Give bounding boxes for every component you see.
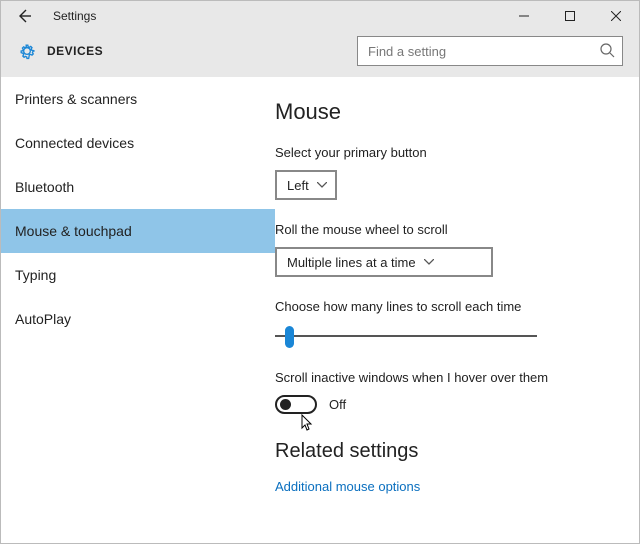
wheel-group: Roll the mouse wheel to scroll Multiple … bbox=[275, 222, 619, 277]
primary-button-group: Select your primary button Left bbox=[275, 145, 619, 200]
chevron-down-icon bbox=[317, 182, 327, 188]
inactive-label: Scroll inactive windows when I hover ove… bbox=[275, 370, 619, 385]
related-heading: Related settings bbox=[275, 440, 619, 463]
sidebar-item-autoplay[interactable]: AutoPlay bbox=[1, 297, 275, 341]
minimize-button[interactable] bbox=[501, 1, 547, 31]
close-button[interactable] bbox=[593, 1, 639, 31]
search-wrap bbox=[357, 36, 623, 66]
main-content: Mouse Select your primary button Left Ro… bbox=[275, 77, 639, 543]
select-value: Left bbox=[287, 178, 309, 193]
settings-window: Settings DEVICES Printers & scanner bbox=[0, 0, 640, 544]
cursor-icon bbox=[301, 414, 315, 432]
sidebar-item-label: Printers & scanners bbox=[15, 91, 137, 107]
toggle-knob bbox=[280, 399, 291, 410]
maximize-button[interactable] bbox=[547, 1, 593, 31]
sidebar-item-connected-devices[interactable]: Connected devices bbox=[1, 121, 275, 165]
primary-button-label: Select your primary button bbox=[275, 145, 619, 160]
page-title: Mouse bbox=[275, 99, 619, 125]
maximize-icon bbox=[565, 11, 575, 21]
sidebar: Printers & scanners Connected devices Bl… bbox=[1, 77, 275, 543]
primary-button-select[interactable]: Left bbox=[275, 170, 337, 200]
toggle-row: Off bbox=[275, 395, 619, 414]
close-icon bbox=[611, 11, 621, 21]
lines-group: Choose how many lines to scroll each tim… bbox=[275, 299, 619, 348]
select-value: Multiple lines at a time bbox=[287, 255, 416, 270]
sidebar-item-label: Bluetooth bbox=[15, 179, 74, 195]
inactive-group: Scroll inactive windows when I hover ove… bbox=[275, 370, 619, 414]
slider-thumb[interactable] bbox=[285, 326, 294, 348]
search-icon bbox=[599, 42, 615, 58]
sidebar-item-label: Mouse & touchpad bbox=[15, 223, 132, 239]
gear-icon bbox=[17, 41, 37, 61]
search-input[interactable] bbox=[357, 36, 623, 66]
window-title: Settings bbox=[53, 9, 96, 23]
section-title: DEVICES bbox=[47, 44, 103, 58]
slider-track bbox=[275, 335, 537, 337]
sidebar-item-printers[interactable]: Printers & scanners bbox=[1, 77, 275, 121]
toggle-state: Off bbox=[329, 397, 346, 412]
sidebar-item-bluetooth[interactable]: Bluetooth bbox=[1, 165, 275, 209]
minimize-icon bbox=[519, 11, 529, 21]
inactive-toggle[interactable] bbox=[275, 395, 317, 414]
sidebar-item-typing[interactable]: Typing bbox=[1, 253, 275, 297]
sidebar-item-label: AutoPlay bbox=[15, 311, 71, 327]
wheel-select[interactable]: Multiple lines at a time bbox=[275, 247, 493, 277]
lines-label: Choose how many lines to scroll each tim… bbox=[275, 299, 619, 314]
titlebar: Settings bbox=[1, 1, 639, 31]
sidebar-item-label: Connected devices bbox=[15, 135, 134, 151]
wheel-label: Roll the mouse wheel to scroll bbox=[275, 222, 619, 237]
chevron-down-icon bbox=[424, 259, 434, 265]
body: Printers & scanners Connected devices Bl… bbox=[1, 77, 639, 543]
back-button[interactable] bbox=[1, 1, 47, 31]
window-controls bbox=[501, 1, 639, 31]
lines-slider[interactable] bbox=[275, 324, 537, 348]
sidebar-item-label: Typing bbox=[15, 267, 56, 283]
additional-mouse-options-link[interactable]: Additional mouse options bbox=[275, 479, 619, 494]
header: DEVICES bbox=[1, 31, 639, 77]
back-arrow-icon bbox=[16, 8, 32, 24]
sidebar-item-mouse-touchpad[interactable]: Mouse & touchpad bbox=[1, 209, 275, 253]
